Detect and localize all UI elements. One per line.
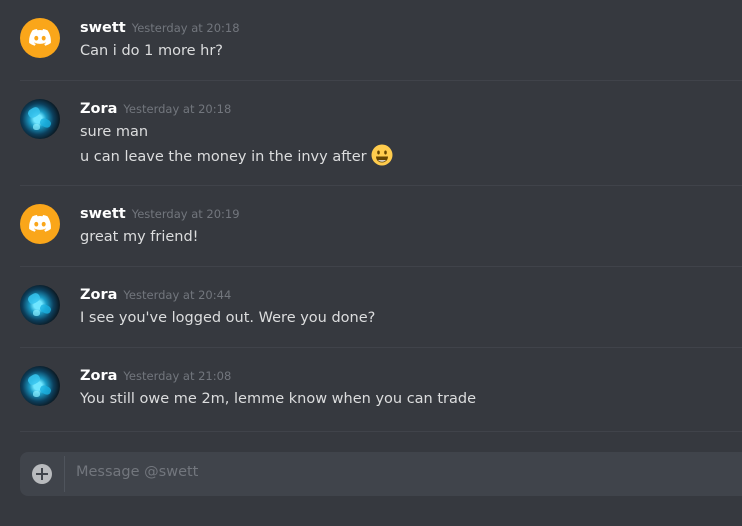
author-name[interactable]: Zora: [80, 287, 117, 303]
avatar[interactable]: [20, 204, 60, 244]
message-author[interactable]: swett Yesterday at 20:18: [80, 19, 240, 37]
message-text-line: u can leave the money in the invy after: [80, 144, 393, 167]
message-text: You still owe me 2m, lemme know when you…: [80, 391, 477, 407]
author-name[interactable]: swett: [80, 206, 126, 222]
message-timestamp: Yesterday at 20:18: [131, 21, 240, 35]
discord-logo-icon: [29, 215, 51, 232]
message-timestamp: Yesterday at 20:19: [131, 207, 240, 221]
author-name[interactable]: Zora: [80, 368, 117, 384]
author-name[interactable]: swett: [80, 20, 126, 36]
message-author[interactable]: Zora Yesterday at 21:08: [80, 367, 231, 385]
composer-divider: [64, 456, 65, 492]
message-divider: [20, 185, 742, 186]
author-name[interactable]: Zora: [80, 101, 117, 117]
avatar[interactable]: [20, 18, 60, 58]
message-input[interactable]: Message @swett: [76, 464, 198, 480]
avatar[interactable]: [20, 285, 60, 325]
message-composer[interactable]: Message @swett: [20, 452, 742, 496]
discord-logo-icon: [29, 29, 51, 46]
message-text: u can leave the money in the invy after: [80, 149, 367, 165]
avatar[interactable]: [20, 99, 60, 139]
message-author[interactable]: Zora Yesterday at 20:44: [80, 286, 231, 304]
message-author[interactable]: swett Yesterday at 20:19: [80, 205, 240, 223]
message-text: Can i do 1 more hr?: [80, 43, 223, 59]
message-divider: [20, 431, 742, 432]
message-divider: [20, 80, 742, 81]
message-text: great my friend!: [80, 229, 199, 245]
message-divider: [20, 347, 742, 348]
plus-circle-icon[interactable]: [32, 464, 52, 484]
message-timestamp: Yesterday at 20:18: [123, 102, 232, 116]
message-author[interactable]: Zora Yesterday at 20:18: [80, 100, 231, 118]
message-timestamp: Yesterday at 20:44: [123, 288, 232, 302]
message-divider: [20, 266, 742, 267]
message-text: I see you've logged out. Were you done?: [80, 310, 376, 326]
avatar[interactable]: [20, 366, 60, 406]
message-list: swett Yesterday at 20:18 Can i do 1 more …: [0, 0, 742, 440]
message-timestamp: Yesterday at 21:08: [123, 369, 232, 383]
smiley-emoji-icon[interactable]: [371, 144, 393, 166]
message-text: sure man: [80, 124, 149, 140]
